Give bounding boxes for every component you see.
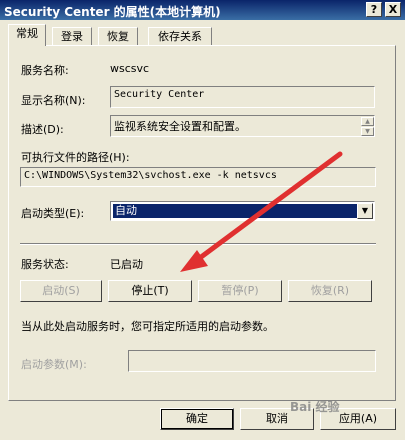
stop-button[interactable]: 停止(T) [108, 280, 192, 302]
tab-logon[interactable]: 登录 [52, 27, 92, 45]
close-button[interactable]: X [385, 2, 401, 17]
params-field[interactable] [128, 350, 376, 372]
watermark: Bai 经验 [290, 400, 340, 414]
description-text: 监视系统安全设置和配置。 [114, 120, 246, 133]
description-label: 描述(D): [21, 123, 64, 136]
ok-button[interactable]: 确定 [160, 408, 234, 430]
tab-dependencies[interactable]: 依存关系 [148, 27, 212, 45]
scroll-down-icon[interactable]: ▼ [361, 127, 374, 136]
separator [20, 243, 376, 245]
start-button[interactable]: 启动(S) [20, 280, 102, 302]
display-name-field[interactable]: Security Center [110, 86, 375, 108]
service-name-value: wscsvc [110, 62, 150, 75]
startup-type-select[interactable]: 自动 ▼ [110, 201, 375, 221]
status-value: 已启动 [110, 258, 143, 271]
help-button[interactable]: ? [366, 2, 382, 17]
display-name-label: 显示名称(N): [21, 94, 86, 107]
exe-path-field: C:\WINDOWS\System32\svchost.exe -k netsv… [20, 167, 376, 187]
scroll-up-icon[interactable]: ▲ [361, 117, 374, 126]
window-title: Security Center 的属性(本地计算机) [4, 5, 221, 19]
tab-general[interactable]: 常规 [8, 24, 46, 46]
startup-type-label: 启动类型(E): [21, 207, 85, 220]
description-field[interactable]: 监视系统安全设置和配置。 [110, 115, 375, 137]
exe-path-label: 可执行文件的路径(H): [21, 151, 130, 164]
chevron-down-icon[interactable]: ▼ [357, 203, 373, 219]
resume-button[interactable]: 恢复(R) [288, 280, 372, 302]
startup-type-value: 自动 [113, 204, 359, 218]
params-hint-text: 当从此处启动服务时，您可指定所适用的启动参数。 [21, 320, 274, 333]
title-bar[interactable]: Security Center 的属性(本地计算机) ? X [0, 0, 405, 20]
params-label: 启动参数(M): [21, 358, 87, 371]
tab-recovery[interactable]: 恢复 [98, 27, 138, 45]
status-label: 服务状态: [21, 258, 69, 271]
service-name-label: 服务名称: [21, 64, 69, 77]
pause-button[interactable]: 暂停(P) [198, 280, 282, 302]
